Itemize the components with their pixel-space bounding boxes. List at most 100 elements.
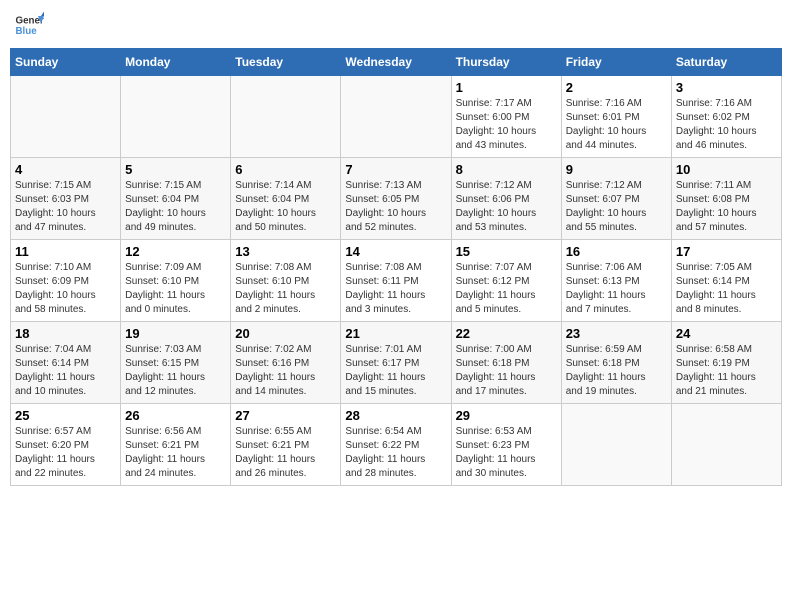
calendar-cell: 25 Sunrise: 6:57 AM Sunset: 6:20 PM Dayli… [11, 404, 121, 486]
day-info: Sunrise: 7:03 AM Sunset: 6:15 PM Dayligh… [125, 343, 226, 399]
calendar-cell: 5 Sunrise: 7:15 AM Sunset: 6:04 PM Daylig… [121, 158, 231, 240]
calendar-cell: 6Sunrise: 7:14 AM Sunset: 6:04 PM Daylig… [231, 158, 341, 240]
header-wednesday: Wednesday [341, 49, 451, 76]
day-info: Sunrise: 7:05 AM Sunset: 6:14 PM Dayligh… [676, 261, 777, 317]
calendar-week-1: 1 Sunrise: 7:17 AM Sunset: 6:00 PM Daylig… [11, 76, 782, 158]
day-info: Sunrise: 7:16 AM Sunset: 6:01 PM Dayligh… [566, 97, 667, 153]
header-thursday: Thursday [451, 49, 561, 76]
calendar-cell: 20 Sunrise: 7:02 AM Sunset: 6:16 PM Dayli… [231, 322, 341, 404]
day-info: Sunrise: 6:56 AM Sunset: 6:21 PM Dayligh… [125, 425, 226, 481]
calendar-cell: 24 Sunrise: 6:58 AM Sunset: 6:19 PM Dayli… [671, 322, 781, 404]
day-info: Sunrise: 6:53 AM Sunset: 6:23 PM Dayligh… [456, 425, 557, 481]
page-header: General Blue [10, 10, 782, 40]
day-info: Sunrise: 6:54 AM Sunset: 6:22 PM Dayligh… [345, 425, 446, 481]
calendar-cell: 11 Sunrise: 7:10 AM Sunset: 6:09 PM Dayli… [11, 240, 121, 322]
calendar-cell: 14 Sunrise: 7:08 AM Sunset: 6:11 PM Dayli… [341, 240, 451, 322]
day-number: 23 [566, 326, 667, 341]
calendar-cell: 8Sunrise: 7:12 AM Sunset: 6:06 PM Daylig… [451, 158, 561, 240]
calendar-cell [231, 76, 341, 158]
day-number: 22 [456, 326, 557, 341]
day-number: 14 [345, 244, 446, 259]
day-number: 4 [15, 162, 116, 177]
calendar-cell: 16Sunrise: 7:06 AM Sunset: 6:13 PM Dayli… [561, 240, 671, 322]
day-number: 25 [15, 408, 116, 423]
calendar-week-5: 25 Sunrise: 6:57 AM Sunset: 6:20 PM Dayli… [11, 404, 782, 486]
day-info: Sunrise: 7:07 AM Sunset: 6:12 PM Dayligh… [456, 261, 557, 317]
calendar-cell: 10Sunrise: 7:11 AM Sunset: 6:08 PM Dayli… [671, 158, 781, 240]
day-info: Sunrise: 7:12 AM Sunset: 6:07 PM Dayligh… [566, 179, 667, 235]
day-number: 17 [676, 244, 777, 259]
calendar-cell [561, 404, 671, 486]
logo-icon: General Blue [14, 10, 44, 40]
day-info: Sunrise: 7:13 AM Sunset: 6:05 PM Dayligh… [345, 179, 446, 235]
day-number: 26 [125, 408, 226, 423]
day-info: Sunrise: 6:57 AM Sunset: 6:20 PM Dayligh… [15, 425, 116, 481]
calendar-cell: 9 Sunrise: 7:12 AM Sunset: 6:07 PM Daylig… [561, 158, 671, 240]
header-saturday: Saturday [671, 49, 781, 76]
calendar-cell: 4 Sunrise: 7:15 AM Sunset: 6:03 PM Daylig… [11, 158, 121, 240]
day-info: Sunrise: 7:14 AM Sunset: 6:04 PM Dayligh… [235, 179, 336, 235]
day-info: Sunrise: 6:59 AM Sunset: 6:18 PM Dayligh… [566, 343, 667, 399]
calendar-cell: 12 Sunrise: 7:09 AM Sunset: 6:10 PM Dayli… [121, 240, 231, 322]
day-number: 18 [15, 326, 116, 341]
day-number: 2 [566, 80, 667, 95]
day-info: Sunrise: 7:11 AM Sunset: 6:08 PM Dayligh… [676, 179, 777, 235]
calendar-week-4: 18 Sunrise: 7:04 AM Sunset: 6:14 PM Dayli… [11, 322, 782, 404]
calendar-cell [11, 76, 121, 158]
calendar-cell: 17 Sunrise: 7:05 AM Sunset: 6:14 PM Dayli… [671, 240, 781, 322]
calendar-cell: 13 Sunrise: 7:08 AM Sunset: 6:10 PM Dayli… [231, 240, 341, 322]
day-number: 5 [125, 162, 226, 177]
day-info: Sunrise: 7:02 AM Sunset: 6:16 PM Dayligh… [235, 343, 336, 399]
calendar-cell: 18 Sunrise: 7:04 AM Sunset: 6:14 PM Dayli… [11, 322, 121, 404]
header-sunday: Sunday [11, 49, 121, 76]
header-friday: Friday [561, 49, 671, 76]
day-number: 13 [235, 244, 336, 259]
calendar-cell: 27Sunrise: 6:55 AM Sunset: 6:21 PM Dayli… [231, 404, 341, 486]
day-number: 15 [456, 244, 557, 259]
day-info: Sunrise: 7:17 AM Sunset: 6:00 PM Dayligh… [456, 97, 557, 153]
day-info: Sunrise: 7:10 AM Sunset: 6:09 PM Dayligh… [15, 261, 116, 317]
day-info: Sunrise: 6:58 AM Sunset: 6:19 PM Dayligh… [676, 343, 777, 399]
day-number: 29 [456, 408, 557, 423]
day-info: Sunrise: 7:01 AM Sunset: 6:17 PM Dayligh… [345, 343, 446, 399]
calendar-cell: 29 Sunrise: 6:53 AM Sunset: 6:23 PM Dayli… [451, 404, 561, 486]
day-number: 16 [566, 244, 667, 259]
calendar-cell: 3 Sunrise: 7:16 AM Sunset: 6:02 PM Daylig… [671, 76, 781, 158]
calendar-week-3: 11 Sunrise: 7:10 AM Sunset: 6:09 PM Dayli… [11, 240, 782, 322]
calendar-cell: 23 Sunrise: 6:59 AM Sunset: 6:18 PM Dayli… [561, 322, 671, 404]
header-monday: Monday [121, 49, 231, 76]
day-info: Sunrise: 7:08 AM Sunset: 6:11 PM Dayligh… [345, 261, 446, 317]
day-info: Sunrise: 7:16 AM Sunset: 6:02 PM Dayligh… [676, 97, 777, 153]
calendar-week-2: 4 Sunrise: 7:15 AM Sunset: 6:03 PM Daylig… [11, 158, 782, 240]
day-number: 20 [235, 326, 336, 341]
header-tuesday: Tuesday [231, 49, 341, 76]
calendar-cell: 26 Sunrise: 6:56 AM Sunset: 6:21 PM Dayli… [121, 404, 231, 486]
day-info: Sunrise: 7:08 AM Sunset: 6:10 PM Dayligh… [235, 261, 336, 317]
day-number: 24 [676, 326, 777, 341]
calendar-cell [671, 404, 781, 486]
calendar-cell: 22 Sunrise: 7:00 AM Sunset: 6:18 PM Dayli… [451, 322, 561, 404]
day-number: 11 [15, 244, 116, 259]
day-number: 9 [566, 162, 667, 177]
calendar-cell: 15 Sunrise: 7:07 AM Sunset: 6:12 PM Dayli… [451, 240, 561, 322]
logo: General Blue [14, 10, 44, 40]
svg-text:Blue: Blue [16, 26, 38, 37]
day-number: 12 [125, 244, 226, 259]
calendar-cell: 7 Sunrise: 7:13 AM Sunset: 6:05 PM Daylig… [341, 158, 451, 240]
day-number: 3 [676, 80, 777, 95]
day-number: 7 [345, 162, 446, 177]
calendar-cell: 1 Sunrise: 7:17 AM Sunset: 6:00 PM Daylig… [451, 76, 561, 158]
calendar-cell [341, 76, 451, 158]
calendar-table: SundayMondayTuesdayWednesdayThursdayFrid… [10, 48, 782, 486]
day-number: 19 [125, 326, 226, 341]
day-info: Sunrise: 7:00 AM Sunset: 6:18 PM Dayligh… [456, 343, 557, 399]
calendar-cell: 21Sunrise: 7:01 AM Sunset: 6:17 PM Dayli… [341, 322, 451, 404]
day-info: Sunrise: 7:15 AM Sunset: 6:03 PM Dayligh… [15, 179, 116, 235]
calendar-cell [121, 76, 231, 158]
calendar-header-row: SundayMondayTuesdayWednesdayThursdayFrid… [11, 49, 782, 76]
day-number: 1 [456, 80, 557, 95]
day-info: Sunrise: 7:09 AM Sunset: 6:10 PM Dayligh… [125, 261, 226, 317]
calendar-cell: 28Sunrise: 6:54 AM Sunset: 6:22 PM Dayli… [341, 404, 451, 486]
day-info: Sunrise: 7:15 AM Sunset: 6:04 PM Dayligh… [125, 179, 226, 235]
day-info: Sunrise: 7:04 AM Sunset: 6:14 PM Dayligh… [15, 343, 116, 399]
